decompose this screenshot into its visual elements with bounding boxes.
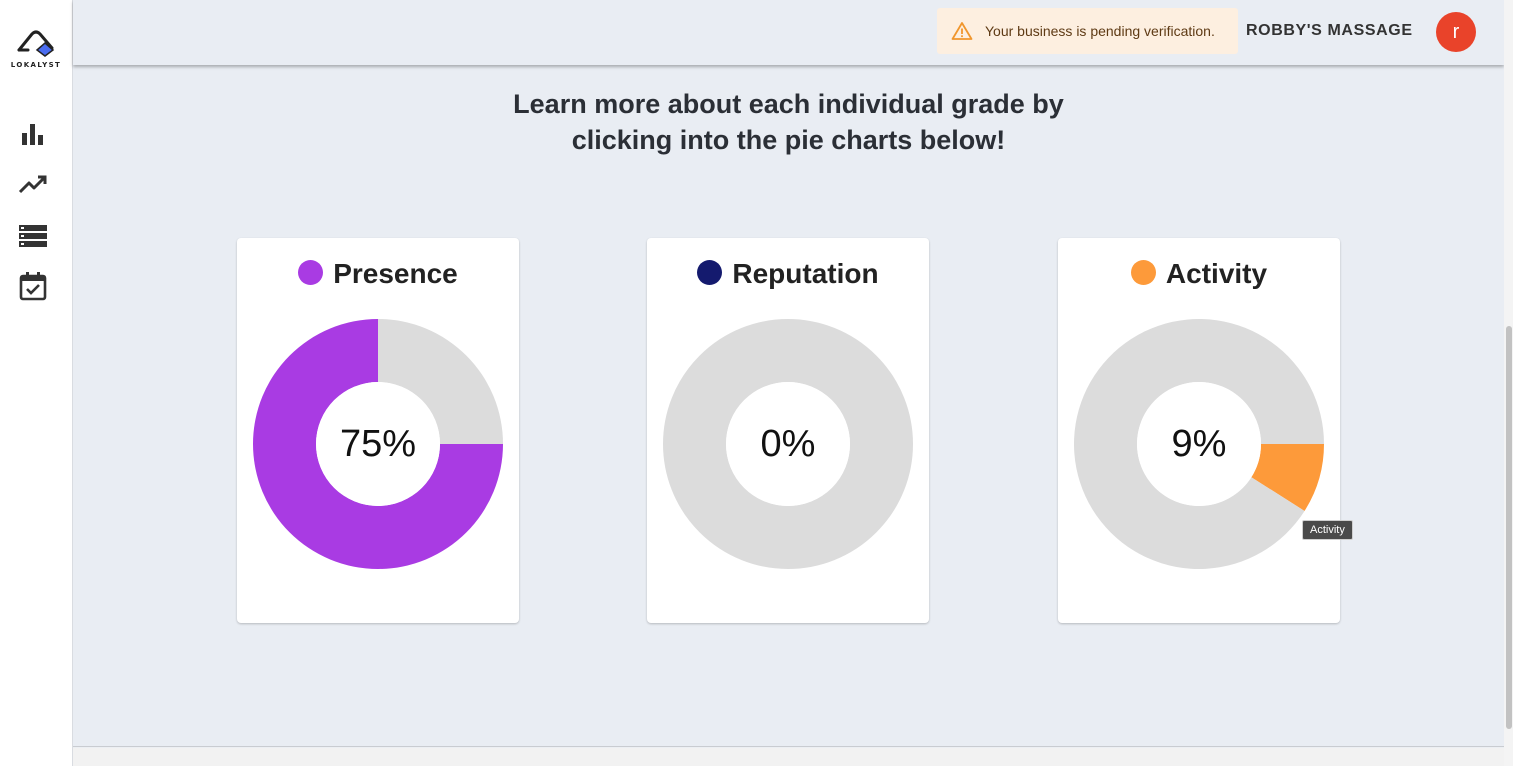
reputation-title: Reputation [732, 258, 879, 289]
sidebar: LOKALYST [0, 0, 73, 766]
main-content: Your business is pending verification. R… [73, 0, 1504, 747]
donut-hole [726, 382, 850, 506]
presence-legend-dot [298, 259, 324, 285]
reputation-legend-dot [697, 259, 723, 285]
scrollbar-thumb[interactable] [1506, 326, 1512, 729]
heading-line-2: clicking into the pie charts below! [571, 125, 1006, 155]
card-header: Reputation [647, 254, 929, 294]
page-heading: Learn more about each individual grade b… [73, 86, 1504, 158]
logo-text: LOKALYST [10, 61, 62, 69]
reputation-card[interactable]: Reputation 0% [647, 238, 929, 623]
reputation-donut-chart[interactable] [663, 319, 913, 569]
presence-donut-chart[interactable] [253, 319, 503, 569]
heading-line-1: Learn more about each individual grade b… [513, 89, 1064, 119]
calendar-check-icon [19, 272, 47, 301]
presence-card[interactable]: Presence 75% [237, 238, 519, 623]
activity-card[interactable]: Activity 9% [1058, 238, 1340, 623]
activity-legend-dot [1130, 259, 1156, 285]
nav-list[interactable] [17, 220, 49, 252]
chart-tooltip: Activity [1302, 520, 1353, 540]
warning-icon [951, 22, 973, 40]
bar-chart-icon [22, 124, 43, 145]
nav-calendar[interactable] [17, 270, 49, 302]
trending-up-icon [18, 175, 47, 194]
logo-mark-icon [17, 30, 55, 57]
footer-strip [73, 748, 1504, 766]
lokalyst-logo[interactable]: LOKALYST [9, 28, 63, 69]
verification-alert: Your business is pending verification. [937, 8, 1238, 54]
avatar[interactable]: r [1436, 12, 1476, 52]
presence-title: Presence [333, 258, 458, 289]
business-name[interactable]: ROBBY'S MASSAGE [1246, 22, 1413, 40]
top-bar: Your business is pending verification. R… [73, 0, 1504, 65]
nav-trends[interactable] [17, 169, 49, 201]
activity-donut-chart[interactable] [1074, 319, 1324, 569]
card-header: Activity [1058, 254, 1340, 294]
card-header: Presence [237, 254, 519, 294]
alert-message: Your business is pending verification. [985, 23, 1215, 39]
donut-hole [1137, 382, 1261, 506]
nav-analytics[interactable] [17, 118, 49, 150]
activity-title: Activity [1165, 258, 1268, 289]
donut-hole [316, 382, 440, 506]
list-icon [19, 225, 47, 247]
